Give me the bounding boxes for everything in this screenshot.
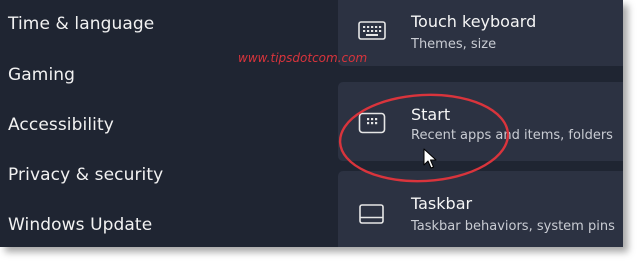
keyboard-icon	[358, 21, 386, 40]
card-title: Touch keyboard	[411, 12, 537, 31]
start-menu-icon	[358, 112, 386, 134]
settings-card-start[interactable]: Start Recent apps and items, folders	[338, 82, 623, 161]
taskbar-icon	[359, 204, 384, 224]
mouse-cursor-icon	[423, 148, 437, 169]
card-subtitle: Recent apps and items, folders	[411, 128, 613, 143]
sidebar-item-accessibility[interactable]: Accessibility	[8, 115, 114, 135]
settings-window: Time & language Gaming Accessibility Pri…	[0, 0, 623, 247]
sidebar-item-windows-update[interactable]: Windows Update	[8, 215, 152, 235]
card-subtitle: Taskbar behaviors, system pins	[411, 219, 615, 234]
card-subtitle: Themes, size	[411, 37, 497, 52]
settings-card-taskbar[interactable]: Taskbar Taskbar behaviors, system pins	[338, 171, 623, 247]
sidebar-item-privacy-security[interactable]: Privacy & security	[8, 165, 163, 185]
watermark-text: www.tipsdotcom.com	[238, 51, 368, 65]
card-title: Taskbar	[411, 194, 473, 213]
card-title: Start	[411, 105, 451, 124]
sidebar-item-gaming[interactable]: Gaming	[8, 65, 75, 85]
sidebar-item-time-language[interactable]: Time & language	[8, 14, 154, 34]
settings-card-touch-keyboard[interactable]: Touch keyboard Themes, size	[338, 0, 623, 66]
